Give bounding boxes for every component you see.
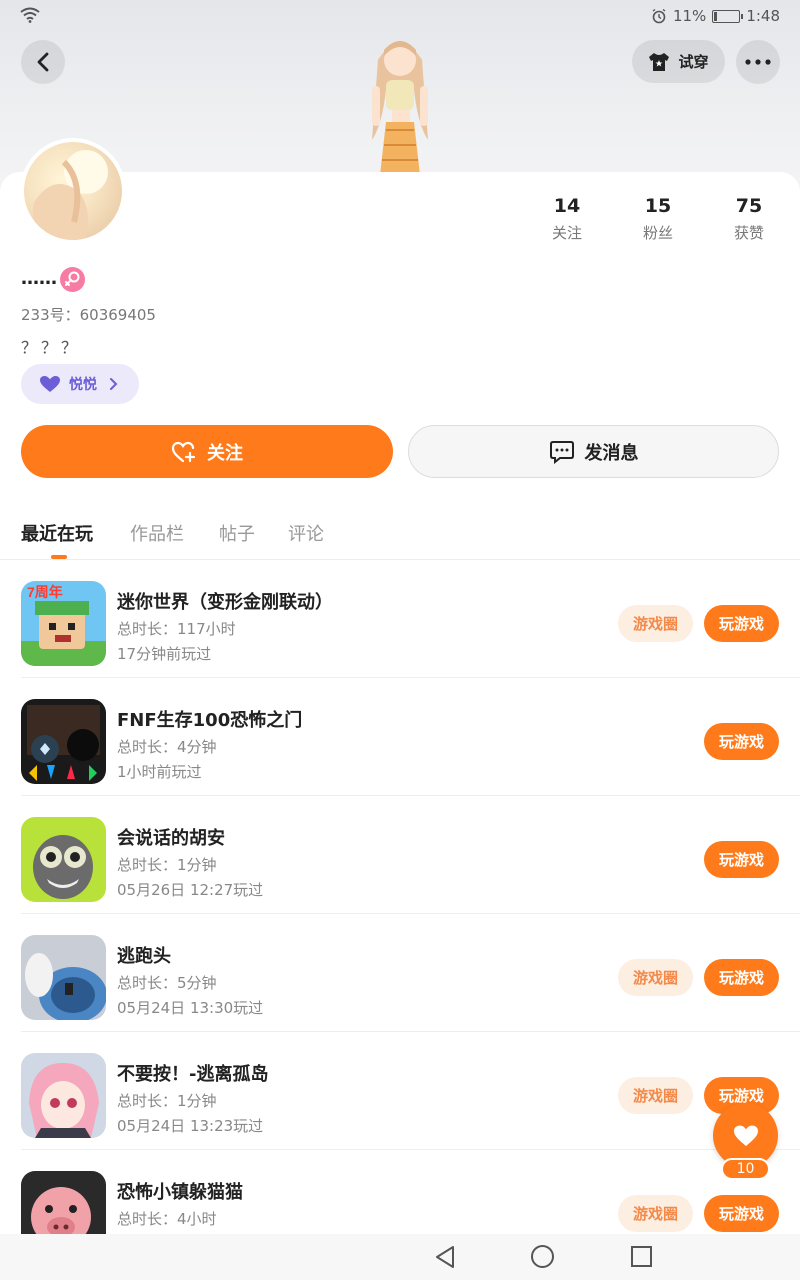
game-duration: 总时长：117小时 bbox=[117, 620, 236, 638]
back-button[interactable] bbox=[21, 40, 65, 84]
message-label: 发消息 bbox=[584, 442, 639, 464]
female-gender-icon bbox=[60, 267, 85, 292]
game-title: 不要按！-逃离孤岛 bbox=[117, 1064, 269, 1085]
heart-plus-icon bbox=[171, 441, 196, 462]
stat-label: 粉丝 bbox=[642, 224, 673, 242]
stat-value: 15 bbox=[644, 195, 672, 217]
heart-icon bbox=[733, 1125, 758, 1146]
game-duration: 总时长：1分钟 bbox=[117, 1092, 217, 1110]
game-row[interactable]: 7周年 迷你世界（变形金刚联动） 总时长：117小时 17分钟前玩过 游戏圈 玩… bbox=[0, 560, 800, 678]
stat-following[interactable]: 14 关注 bbox=[522, 195, 612, 243]
try-on-label: 试穿 bbox=[678, 53, 709, 71]
game-circle-button[interactable]: 游戏圈 bbox=[618, 605, 693, 642]
tab-recently-played[interactable]: 最近在玩 bbox=[21, 520, 93, 546]
tab-works[interactable]: 作品栏 bbox=[130, 520, 184, 546]
chevron-left-icon bbox=[37, 52, 49, 72]
game-duration: 总时长：5分钟 bbox=[117, 974, 217, 992]
battery-icon bbox=[712, 9, 744, 23]
stat-fans[interactable]: 15 粉丝 bbox=[613, 195, 703, 243]
game-row[interactable]: 会说话的胡安 总时长：1分钟 05月26日 12:27玩过 玩游戏 bbox=[0, 796, 800, 914]
svg-text:7周年: 7周年 bbox=[27, 584, 63, 600]
game-icon bbox=[21, 699, 106, 784]
follow-button[interactable]: 关注 bbox=[21, 425, 393, 478]
profile-tabs: 最近在玩 作品栏 帖子 评论 bbox=[0, 510, 800, 560]
game-last-played: 05月24日 13:30玩过 bbox=[117, 999, 264, 1017]
game-title: 逃跑头 bbox=[117, 946, 171, 967]
avatar-image bbox=[32, 150, 108, 240]
tab-comments[interactable]: 评论 bbox=[288, 520, 324, 546]
play-game-button[interactable]: 玩游戏 bbox=[704, 959, 779, 996]
like-count-badge: 10 bbox=[721, 1158, 770, 1180]
game-duration: 总时长：4分钟 bbox=[117, 738, 217, 756]
game-duration: 总时长：4小时 bbox=[117, 1210, 217, 1228]
game-duration: 总时长：1分钟 bbox=[117, 856, 217, 874]
alarm-icon bbox=[652, 8, 666, 24]
follow-label: 关注 bbox=[207, 442, 243, 464]
game-title: 迷你世界（变形金刚联动） bbox=[117, 592, 333, 613]
stat-value: 14 bbox=[553, 195, 581, 217]
stat-label: 获赞 bbox=[733, 224, 764, 242]
nickname: …… bbox=[21, 268, 57, 289]
more-dots-icon bbox=[745, 59, 771, 65]
stat-label: 关注 bbox=[551, 224, 582, 242]
more-button[interactable] bbox=[736, 40, 780, 84]
game-circle-button[interactable]: 游戏圈 bbox=[618, 959, 693, 996]
tag-label: 悦悦 bbox=[69, 377, 97, 393]
play-game-button[interactable]: 玩游戏 bbox=[704, 841, 779, 878]
battery-percent: 11% bbox=[672, 7, 707, 25]
game-title: 恐怖小镇躲猫猫 bbox=[117, 1182, 243, 1203]
wifi-icon bbox=[20, 7, 40, 23]
game-title: 会说话的胡安 bbox=[117, 828, 225, 849]
game-icon bbox=[21, 935, 106, 1020]
profile-avatar[interactable] bbox=[20, 138, 126, 244]
nav-recents-icon[interactable] bbox=[630, 1245, 653, 1268]
system-navigation-bar bbox=[0, 1234, 800, 1280]
send-message-button[interactable]: 发消息 bbox=[408, 425, 779, 478]
status-time: 1:48 bbox=[746, 7, 780, 25]
active-tab-indicator bbox=[51, 555, 67, 559]
companion-tag-button[interactable]: 悦悦 bbox=[21, 364, 139, 404]
game-row[interactable]: 不要按！-逃离孤岛 总时长：1分钟 05月24日 13:23玩过 游戏圈 玩游戏 bbox=[0, 1032, 800, 1150]
bio: ？？？ bbox=[21, 338, 82, 357]
play-game-button[interactable]: 玩游戏 bbox=[704, 1195, 779, 1232]
game-icon: 7周年 bbox=[21, 581, 106, 666]
tab-posts[interactable]: 帖子 bbox=[219, 520, 255, 546]
stat-likes[interactable]: 75 获赞 bbox=[704, 195, 794, 243]
stat-value: 75 bbox=[735, 195, 763, 217]
user-id: 233号：60369405 bbox=[21, 306, 156, 324]
nav-back-icon[interactable] bbox=[434, 1245, 456, 1269]
game-icon bbox=[21, 1053, 106, 1138]
game-last-played: 17分钟前玩过 bbox=[117, 645, 212, 663]
nav-home-icon[interactable] bbox=[530, 1244, 555, 1269]
game-title: FNF生存100恐怖之门 bbox=[117, 710, 303, 731]
tshirt-icon bbox=[649, 52, 670, 71]
play-game-button[interactable]: 玩游戏 bbox=[704, 723, 779, 760]
play-game-button[interactable]: 玩游戏 bbox=[704, 605, 779, 642]
game-last-played: 05月24日 13:23玩过 bbox=[117, 1117, 264, 1135]
chevron-right-icon bbox=[110, 378, 118, 390]
game-last-played: 1小时前玩过 bbox=[117, 763, 202, 781]
game-row[interactable]: 逃跑头 总时长：5分钟 05月24日 13:30玩过 游戏圈 玩游戏 bbox=[0, 914, 800, 1032]
try-on-button[interactable]: 试穿 bbox=[632, 40, 725, 83]
status-bar: 11% 1:48 bbox=[0, 0, 800, 34]
game-last-played: 05月26日 12:27玩过 bbox=[117, 881, 264, 899]
game-row[interactable]: FNF生存100恐怖之门 总时长：4分钟 1小时前玩过 玩游戏 bbox=[0, 678, 800, 796]
game-icon bbox=[21, 817, 106, 902]
game-circle-button[interactable]: 游戏圈 bbox=[618, 1077, 693, 1114]
heart-icon bbox=[40, 376, 60, 392]
character-avatar-figure bbox=[372, 41, 428, 175]
game-circle-button[interactable]: 游戏圈 bbox=[618, 1195, 693, 1232]
chat-bubble-icon bbox=[549, 440, 574, 464]
